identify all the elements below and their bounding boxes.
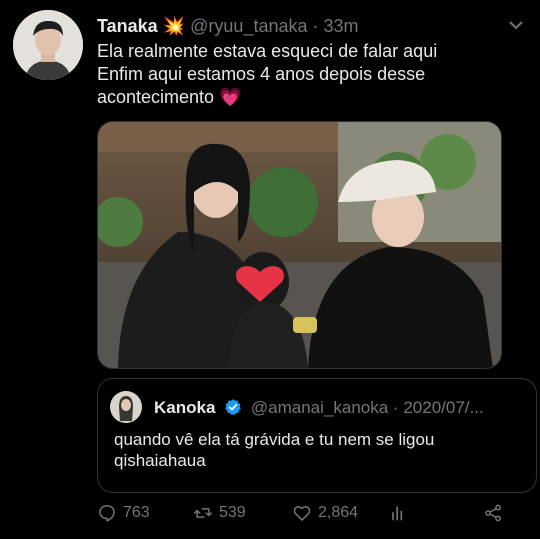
tweet-media-photo[interactable]: [97, 121, 502, 369]
reply-button[interactable]: 763: [97, 503, 150, 523]
author-name-emoji: 💥: [162, 16, 186, 36]
retweet-icon: [193, 508, 213, 518]
analytics-icon: [392, 506, 403, 521]
share-icon: [485, 504, 501, 522]
photo-image: [98, 122, 501, 368]
quote-author-avatar[interactable]: [110, 391, 142, 423]
header-separator: ·: [312, 16, 319, 36]
heart-emoji: 💗: [219, 87, 242, 107]
like-count: 2,864: [318, 504, 359, 521]
heart-icon: [293, 505, 311, 521]
quote-header-separator: ·: [392, 398, 399, 417]
quote-date[interactable]: 2020/07/...: [403, 398, 483, 417]
quoted-tweet[interactable]: Kanoka @amanai_kanoka · 2020/07/... quan…: [97, 378, 537, 493]
tweet-header: Tanaka 💥 @ryuu_tanaka · 33m: [97, 16, 359, 37]
retweet-count: 539: [219, 504, 246, 521]
tweet-text-line: Ela realmente estava esqueci de falar aq…: [97, 41, 438, 61]
tweet-text-line-part: acontecimento: [97, 87, 215, 107]
retweet-button[interactable]: 539: [193, 503, 246, 523]
quote-author-name[interactable]: Kanoka: [154, 398, 215, 417]
verified-badge-icon: [225, 399, 241, 415]
reply-icon: [99, 505, 115, 522]
reply-count: 763: [123, 504, 150, 521]
tweet-action-bar: 763 539 2,864: [97, 503, 517, 529]
author-name[interactable]: Tanaka: [97, 16, 158, 36]
quote-text-line: qishaiahaua: [114, 451, 206, 470]
quote-text-line: quando vê ela tá grávida e tu nem se lig…: [114, 430, 435, 449]
quote-avatar-image: [110, 391, 142, 423]
analytics-button[interactable]: [388, 503, 408, 523]
quote-header: Kanoka @amanai_kanoka · 2020/07/...: [154, 398, 484, 418]
tweet-timestamp[interactable]: 33m: [324, 16, 359, 36]
tweet-text-line: acontecimento 💗: [97, 86, 517, 109]
quote-text: quando vê ela tá grávida e tu nem se lig…: [114, 429, 524, 471]
tweet-text-line: Enfim aqui estamos 4 anos depois desse: [97, 64, 426, 84]
share-button[interactable]: [483, 503, 503, 523]
more-dots-icon[interactable]: [506, 14, 526, 40]
author-handle[interactable]: @ryuu_tanaka: [190, 16, 307, 36]
tweet-text: Ela realmente estava esqueci de falar aq…: [97, 40, 517, 109]
author-avatar-image: [13, 10, 83, 80]
author-avatar[interactable]: [13, 10, 83, 80]
quote-author-handle[interactable]: @amanai_kanoka: [251, 398, 388, 417]
like-button[interactable]: 2,864: [292, 503, 358, 523]
